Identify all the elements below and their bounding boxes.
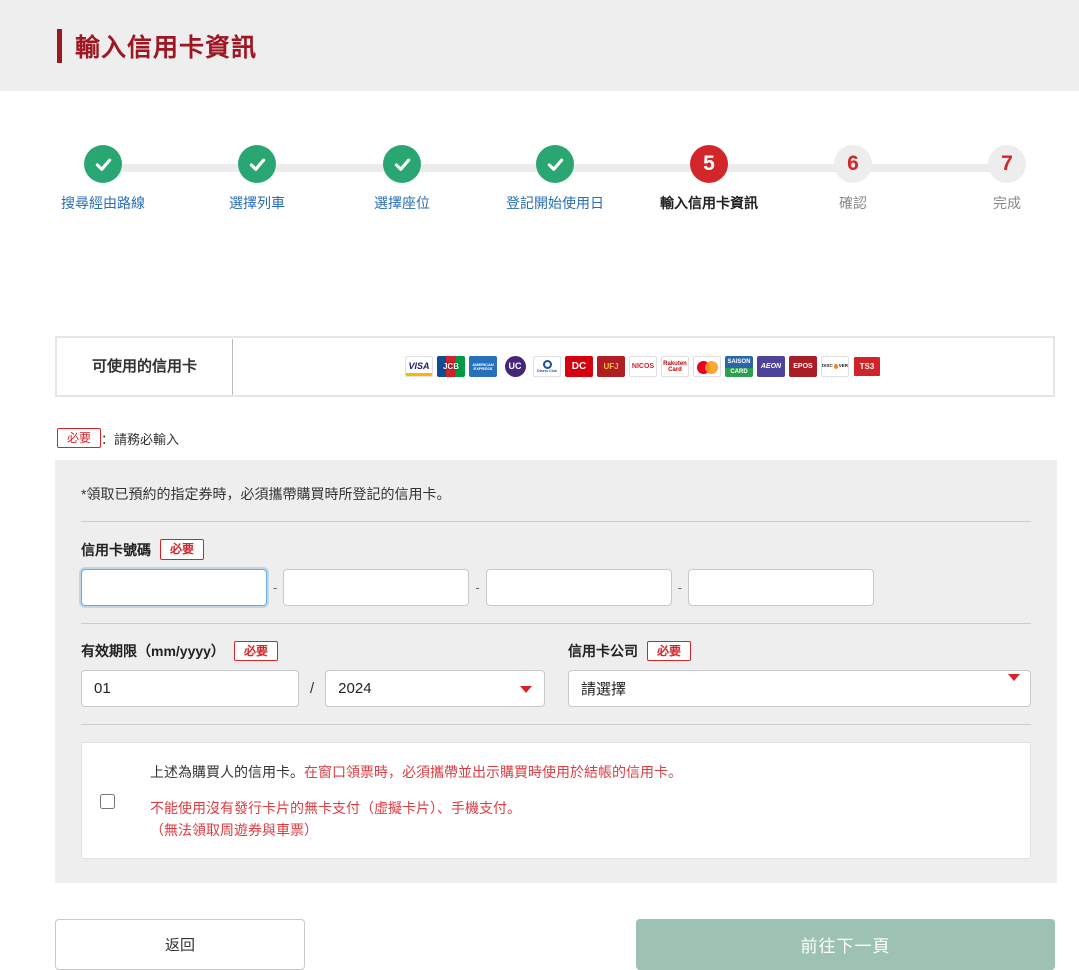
title-accent-bar	[57, 29, 62, 63]
step-label[interactable]: 登記開始使用日	[470, 193, 640, 213]
card-number-row: - - -	[81, 569, 1031, 606]
expiry-month-input[interactable]	[81, 670, 299, 707]
check-icon	[536, 145, 574, 183]
visa-logo: VISA	[405, 356, 433, 377]
rakuten-card-logo: RakutenCard	[661, 356, 689, 377]
progress-steps: 搜尋經由路線 選擇列車 選擇座位 登記開始使用日 5 輸入信用卡資訊 6 確認 …	[0, 135, 1079, 255]
card-number-separator: -	[678, 580, 682, 595]
next-page-button[interactable]: 前往下一頁	[636, 919, 1055, 970]
required-legend: 必要 ：請務必輸入	[57, 428, 1079, 448]
step-4-start-date[interactable]: 登記開始使用日	[470, 145, 640, 213]
uc-logo: UC	[501, 356, 529, 377]
step-6-confirm: 6 確認	[768, 145, 938, 213]
step-1-search-route[interactable]: 搜尋經由路線	[18, 145, 188, 213]
accepted-cards-box: 可使用的信用卡 VISA JCB AMERICAN EXPRESS UC Din…	[55, 336, 1055, 397]
expiry-year-select[interactable]: 2024	[325, 670, 545, 707]
check-icon	[383, 145, 421, 183]
check-icon	[84, 145, 122, 183]
card-number-input-3[interactable]	[486, 569, 672, 606]
page-title: 輸入信用卡資訊	[75, 28, 257, 64]
purchaser-card-agreement-box: 上述為購買人的信用卡。在窗口領票時，必須攜帶並出示購買時使用於結帳的信用卡。 不…	[81, 742, 1031, 859]
chevron-down-icon	[1008, 674, 1020, 681]
required-badge: 必要	[234, 641, 278, 661]
amex-logo: AMERICAN EXPRESS	[469, 356, 497, 377]
step-number: 7	[988, 145, 1026, 183]
epos-logo: EPOS	[789, 356, 817, 377]
required-badge: 必要	[57, 428, 101, 448]
card-form-panel: *領取已預約的指定券時，必須攜帶購買時所登記的信用卡。 信用卡號碼 必要 - -…	[55, 460, 1057, 883]
jcb-logo: JCB	[437, 356, 465, 377]
page-header: 輸入信用卡資訊	[0, 0, 1079, 91]
step-label: 確認	[768, 193, 938, 213]
mastercard-logo	[693, 356, 721, 377]
chevron-down-icon	[520, 686, 532, 693]
step-label: 完成	[922, 193, 1079, 213]
accepted-cards-label: 可使用的信用卡	[57, 339, 233, 395]
ts-cubic-logo: TS3	[853, 356, 881, 377]
purchaser-card-checkbox[interactable]	[100, 794, 115, 809]
card-number-input-4[interactable]	[688, 569, 874, 606]
bottom-button-row: 返回 前往下一頁	[55, 919, 1055, 970]
agreement-line-1: 上述為購買人的信用卡。在窗口領票時，必須攜帶並出示購買時使用於結帳的信用卡。	[150, 762, 682, 784]
agreement-line-3: （無法領取周遊券與車票）	[150, 820, 682, 842]
aeon-logo: AEON	[757, 356, 785, 377]
card-number-input-2[interactable]	[283, 569, 469, 606]
saison-card-logo: SAISON CARD	[725, 356, 753, 377]
discover-logo: DISCVER	[821, 356, 849, 377]
card-number-separator: -	[273, 580, 277, 595]
check-icon	[238, 145, 276, 183]
required-badge: 必要	[160, 539, 204, 559]
required-badge: 必要	[647, 641, 691, 661]
step-label[interactable]: 選擇座位	[317, 193, 487, 213]
step-number: 5	[690, 145, 728, 183]
expiry-label: 有效期限（mm/yyyy）	[81, 641, 225, 661]
nicos-logo: NICOS	[629, 356, 657, 377]
step-number: 6	[834, 145, 872, 183]
card-company-label: 信用卡公司	[568, 641, 638, 661]
step-3-select-seat[interactable]: 選擇座位	[317, 145, 487, 213]
card-number-separator: -	[475, 580, 479, 595]
divider	[81, 724, 1031, 725]
step-7-complete: 7 完成	[922, 145, 1079, 213]
ufj-logo: UFJ	[597, 356, 625, 377]
expiry-separator: /	[310, 680, 314, 697]
divider	[81, 521, 1031, 522]
divider	[81, 623, 1031, 624]
diners-club-logo: Diners Club	[533, 356, 561, 377]
card-company-select[interactable]: 請選擇	[568, 670, 1031, 707]
required-legend-text: ：請務必輸入	[101, 429, 179, 448]
agreement-line-2: 不能使用沒有發行卡片的無卡支付（虛擬卡片）、手機支付。	[150, 798, 682, 820]
step-label[interactable]: 搜尋經由路線	[18, 193, 188, 213]
card-brand-logos: VISA JCB AMERICAN EXPRESS UC Diners Club…	[233, 356, 1053, 377]
card-number-label: 信用卡號碼	[81, 540, 151, 560]
back-button[interactable]: 返回	[55, 919, 305, 970]
card-number-input-1[interactable]	[81, 569, 267, 606]
pickup-note: *領取已預約的指定券時，必須攜帶購買時所登記的信用卡。	[81, 484, 1031, 504]
dc-logo: DC	[565, 356, 593, 377]
